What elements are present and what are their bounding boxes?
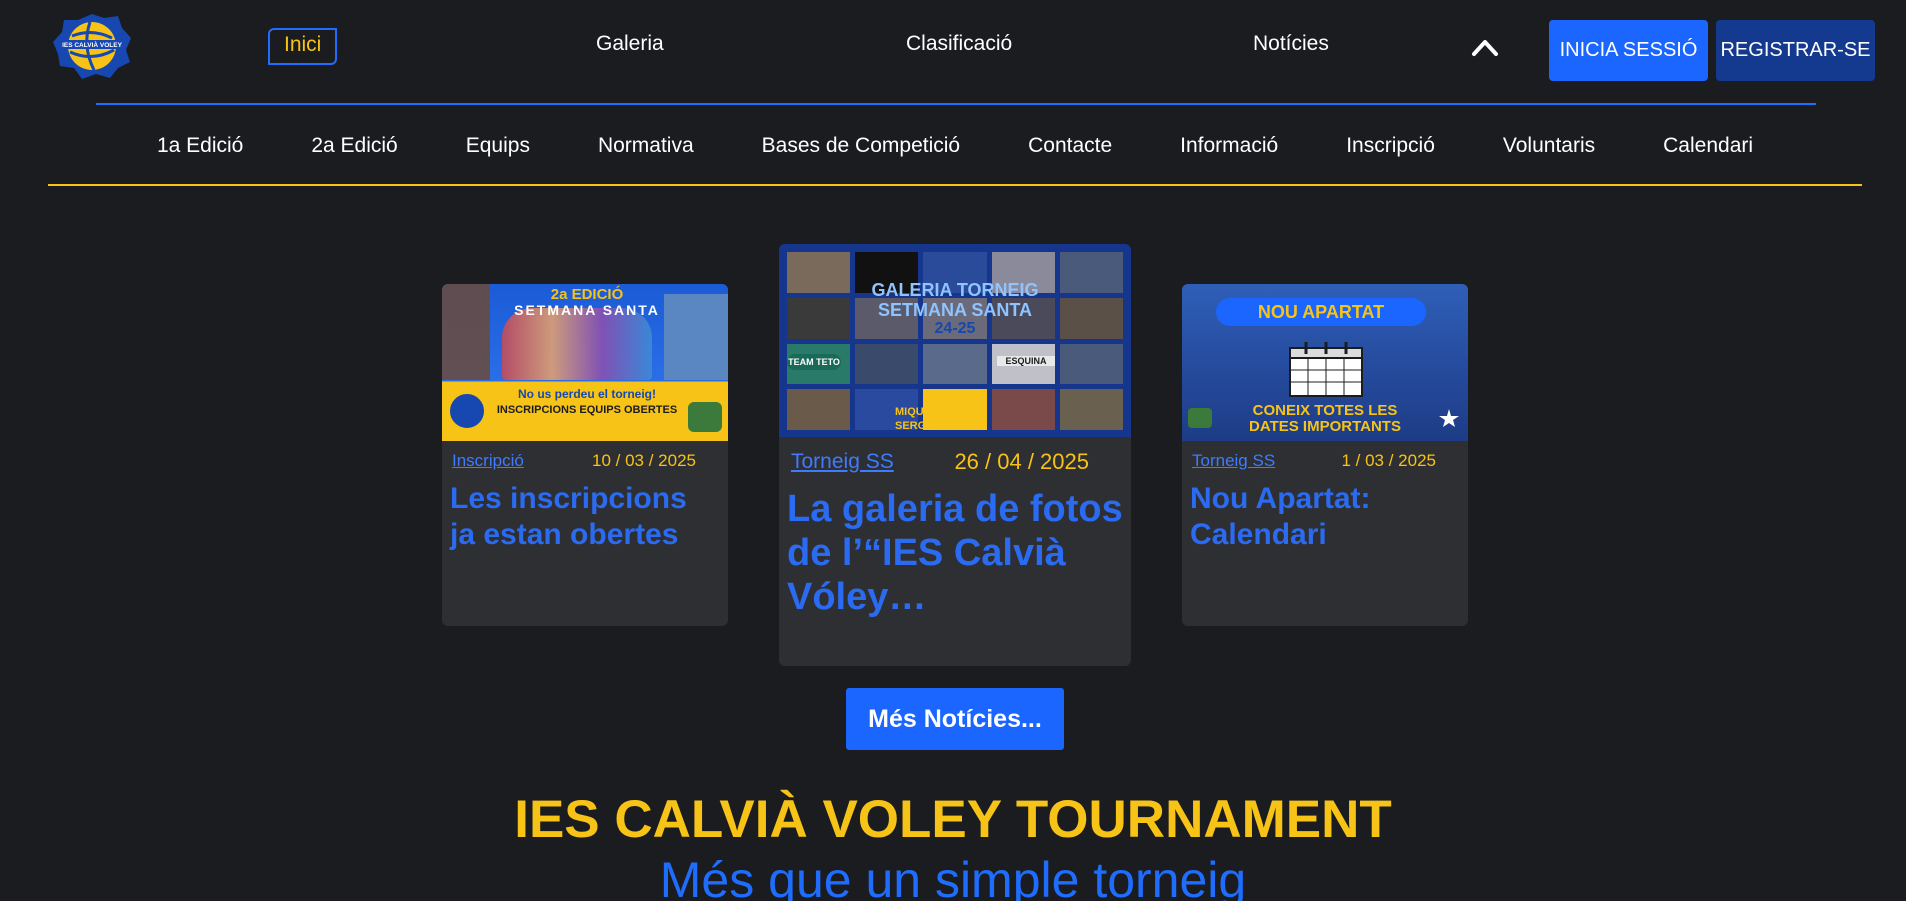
poster-setmana: SETMANA SANTA [514,302,660,318]
poster-year: 24-25 [934,320,976,337]
news-card-category[interactable]: Torneig SS [1192,451,1275,471]
news-card-title[interactable]: Les inscripcions ja estan obertes [442,471,728,553]
logo-text: IES CALVIÀ VOLEY [62,40,122,49]
news-card-image[interactable]: GALERIA TORNEIG SETMANA SANTA 24-25 TEAM… [779,244,1131,437]
poster-logo-icon [448,392,486,430]
subnav-voluntaris[interactable]: Voluntaris [1469,126,1629,166]
poster-photographer-1: MIQUEL [895,406,938,418]
sub-navigation: 1a Edició 2a Edició Equips Normativa Bas… [48,126,1862,166]
page-headline: IES CALVIÀ VOLEY TOURNAMENT [514,790,1392,849]
subnav-contacte[interactable]: Contacte [994,126,1146,166]
top-navigation: IES CALVIÀ VOLEY Inici Galeria Clasifica… [0,0,1906,100]
nav-divider-yellow [48,184,1862,186]
photo-people-left [442,284,490,380]
poster-setmana: SETMANA SANTA [878,300,1032,320]
poster-edition: 2a EDICIÓ [550,286,624,303]
news-card-date: 26 / 04 / 2025 [954,449,1089,474]
photo-player-right [664,294,728,380]
news-card[interactable]: GALERIA TORNEIG SETMANA SANTA 24-25 TEAM… [779,244,1131,666]
news-card-date: 10 / 03 / 2025 [592,451,696,470]
site-logo[interactable]: IES CALVIÀ VOLEY [52,12,132,80]
page: IES CALVIÀ VOLEY Inici Galeria Clasifica… [0,0,1906,901]
news-card-meta: Torneig SS 26 / 04 / 2025 [779,437,1131,475]
calendar-icon [1286,340,1366,398]
poster-dates: DATES IMPORTANTS [1249,418,1401,435]
news-card-meta: Inscripció 10 / 03 / 2025 [442,441,728,471]
news-card[interactable]: NOU APARTAT CONEIX TOTES LES DATES IMPOR… [1182,284,1468,626]
sponsor-logo-icon [1188,408,1212,428]
subnav-normativa[interactable]: Normativa [564,126,728,166]
nav-inici[interactable]: Inici [268,28,338,65]
page-subheadline: Més que un simple torneig [659,852,1247,901]
news-card-title[interactable]: La galeria de fotos de l’“IES Calvià Vól… [779,475,1131,619]
nav-noticies[interactable]: Notícies [1253,30,1329,58]
news-card-category[interactable]: Torneig SS [791,450,894,474]
news-card-title[interactable]: Nou Apartat: Calendari [1182,471,1468,553]
photo-group [502,308,652,380]
more-news-button[interactable]: Més Notícies... [846,688,1064,750]
poster-badge-esquina: ESQUINA [997,356,1055,366]
news-card-meta: Torneig SS 1 / 03 / 2025 [1182,441,1468,471]
chevron-up-icon[interactable] [1471,36,1499,58]
news-card-image[interactable]: NOU APARTAT CONEIX TOTES LES DATES IMPOR… [1182,284,1468,441]
poster-nou-apartat: NOU APARTAT [1216,298,1426,326]
poster-badge-team: TEAM TETO [787,354,841,370]
poster-coneix: CONEIX TOTES LES [1252,402,1398,419]
login-button[interactable]: INICIA SESSIÓ [1549,20,1708,81]
subnav-equips[interactable]: Equips [432,126,564,166]
poster-photographer-2: SERGIO [895,420,938,432]
poster-galeria: GALERIA TORNEIG [871,280,1039,300]
star-logo-icon [1438,408,1460,428]
subnav-2a-edicio[interactable]: 2a Edició [277,126,431,166]
subnav-bases-competicio[interactable]: Bases de Competició [728,126,994,166]
register-button[interactable]: REGISTRAR-SE [1716,20,1875,81]
photo-grid [787,252,1123,430]
poster-tagline: No us perdeu el torneig! [517,387,656,401]
poster-inscripcions: INSCRIPCIONS EQUIPS OBERTES [496,404,678,416]
nav-divider-blue [96,103,1816,105]
nav-clasificacio[interactable]: Clasificació [906,30,1012,58]
volleyball-logo-icon: IES CALVIÀ VOLEY [53,14,131,79]
news-card-image[interactable]: 2a EDICIÓ SETMANA SANTA No us perdeu el … [442,284,728,441]
subnav-1a-edicio[interactable]: 1a Edició [123,126,277,166]
subnav-calendari[interactable]: Calendari [1629,126,1787,166]
subnav-informacio[interactable]: Informació [1146,126,1312,166]
subnav-inscripcio[interactable]: Inscripció [1312,126,1469,166]
nav-galeria[interactable]: Galeria [596,30,664,58]
news-card-date: 1 / 03 / 2025 [1341,451,1436,470]
sponsor-logo-icon [688,402,722,432]
news-card[interactable]: 2a EDICIÓ SETMANA SANTA No us perdeu el … [442,284,728,626]
news-card-category[interactable]: Inscripció [452,451,524,471]
